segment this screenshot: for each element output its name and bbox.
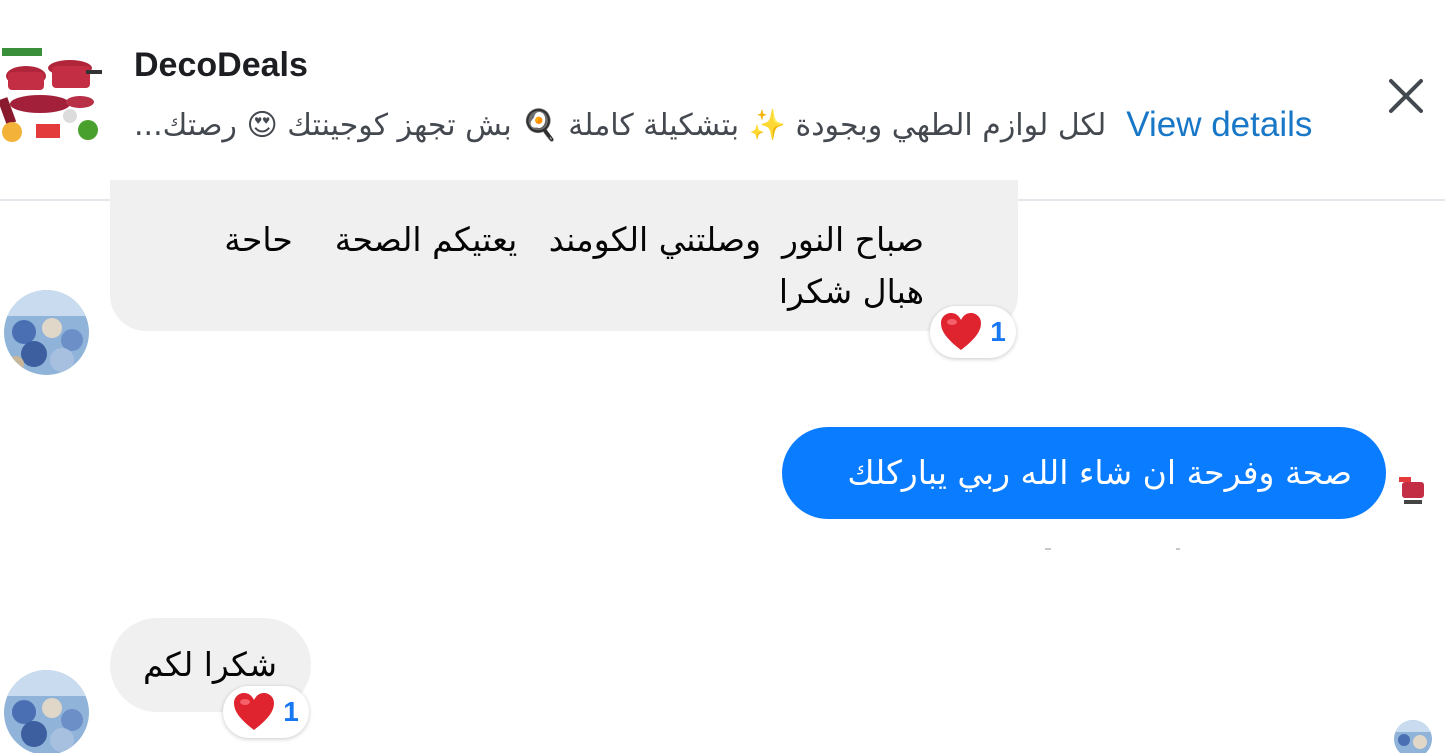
close-button[interactable] bbox=[1382, 72, 1430, 120]
ad-preview-text: لكل لوازم الطهي وبجودة ✨ بتشكيلة كاملة 🍳… bbox=[134, 107, 1107, 143]
ad-preview-row: لكل لوازم الطهي وبجودة ✨ بتشكيلة كاملة 🍳… bbox=[134, 100, 1354, 150]
message-bubble-outgoing[interactable]: صحة وفرحة ان شاء الله ربي يباركلك bbox=[782, 427, 1386, 519]
shop-logo[interactable] bbox=[0, 42, 110, 146]
heart-icon bbox=[234, 693, 275, 730]
divider bbox=[1176, 548, 1180, 550]
message-line: هبال شكرا bbox=[778, 272, 924, 311]
view-details-link[interactable]: View details bbox=[1126, 105, 1312, 145]
user-avatar[interactable] bbox=[4, 670, 89, 753]
message-line: صباح النور وصلتني الكومند يعتيكم الصحة ح… bbox=[224, 220, 924, 259]
message-text: صحة وفرحة ان شاء الله ربي يباركلك bbox=[847, 453, 1352, 492]
user-avatar[interactable] bbox=[4, 290, 89, 375]
reaction-count: 1 bbox=[283, 696, 299, 727]
divider bbox=[1045, 548, 1051, 550]
close-icon bbox=[1389, 79, 1423, 113]
message-bubble-incoming[interactable]: صباح النور وصلتني الكومند يعتيكم الصحة ح… bbox=[110, 180, 1018, 331]
seen-by-user-avatar bbox=[1394, 720, 1432, 753]
reaction-badge[interactable]: 1 bbox=[223, 686, 309, 738]
heart-icon bbox=[941, 313, 982, 350]
chat-window: DecoDeals لكل لوازم الطهي وبجودة ✨ بتشكي… bbox=[0, 0, 1445, 753]
seen-by-shop-avatar bbox=[1396, 474, 1430, 508]
reaction-count: 1 bbox=[990, 316, 1006, 347]
reaction-badge[interactable]: 1 bbox=[930, 306, 1016, 358]
shop-name: DecoDeals bbox=[134, 46, 308, 84]
message-text: شكرا لكم bbox=[143, 645, 277, 684]
chat-header: DecoDeals لكل لوازم الطهي وبجودة ✨ بتشكي… bbox=[0, 0, 1445, 201]
